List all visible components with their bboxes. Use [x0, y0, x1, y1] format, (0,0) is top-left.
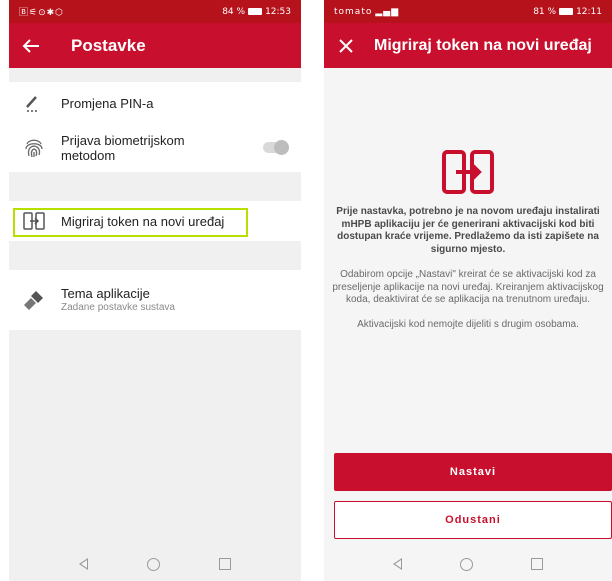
migrate-content: Prije nastavka, potrebno je na novom ure… — [324, 68, 612, 331]
section-divider — [9, 241, 301, 270]
status-bar: 🄱⚟⊙✱⬡ 84 % 12:53 — [9, 0, 301, 23]
settings-item-sublabel: Zadane postavke sustava — [61, 302, 175, 313]
settings-list: Promjena PIN-a Prijava biometrijskom met… — [9, 68, 301, 330]
page-title: Migriraj token na novi uređaj — [374, 36, 592, 54]
settings-item-biometric[interactable]: Prijava biometrijskom metodom — [9, 124, 301, 172]
continue-button[interactable]: Nastavi — [334, 453, 612, 491]
biometric-toggle[interactable] — [263, 140, 289, 155]
migrate-device-icon — [442, 150, 494, 194]
battery-percent: 84 % — [222, 6, 246, 17]
pen-icon — [22, 91, 46, 115]
info-text: Odabirom opcije „Nastavi" kreirat će se … — [332, 269, 604, 305]
status-icons: 🄱⚟⊙✱⬡ — [19, 8, 65, 18]
close-icon[interactable] — [324, 23, 368, 68]
system-nav-bar — [9, 547, 301, 581]
nav-recents-icon[interactable] — [531, 558, 543, 570]
share-warning-text: Aktivacijski kod nemojte dijeliti s drug… — [357, 318, 579, 330]
status-time: 12:11 — [576, 6, 602, 17]
nav-home-icon[interactable] — [460, 557, 473, 571]
cancel-button[interactable]: Odustani — [334, 501, 612, 539]
nav-back-icon[interactable] — [393, 558, 402, 570]
brush-icon — [22, 288, 46, 312]
battery-percent: 81 % — [533, 6, 557, 17]
settings-item-change-pin[interactable]: Promjena PIN-a — [9, 82, 301, 124]
battery-icon — [559, 8, 574, 15]
toggle-knob — [274, 140, 289, 155]
page-title: Postavke — [71, 35, 146, 55]
nav-recents-icon[interactable] — [219, 558, 232, 570]
settings-item-label: Migriraj token na novi uređaj — [61, 213, 225, 229]
nav-home-icon[interactable] — [146, 557, 160, 571]
settings-item-label: Tema aplikacije — [61, 286, 150, 301]
back-arrow-icon[interactable] — [9, 23, 53, 68]
fingerprint-icon — [22, 136, 46, 160]
app-bar: Postavke — [9, 23, 301, 68]
system-nav-bar — [324, 547, 612, 581]
app-bar: Migriraj token na novi uređaj — [324, 23, 612, 68]
nav-back-icon[interactable] — [78, 558, 88, 570]
status-bar: tomato ▂▄▆ 81 % 12:11 — [324, 0, 612, 23]
warning-text: Prije nastavka, potrebno je na novom ure… — [336, 206, 600, 255]
battery-icon — [248, 8, 263, 15]
signal-icon: ▂▄▆ — [375, 6, 400, 17]
settings-item-theme[interactable]: Tema aplikacije Zadane postavke sustava — [9, 270, 301, 330]
settings-item-label: Promjena PIN-a — [61, 95, 154, 111]
migrate-device-icon — [22, 209, 46, 233]
section-divider — [9, 172, 301, 201]
carrier-name: tomato — [334, 6, 373, 17]
migrate-token-screen: tomato ▂▄▆ 81 % 12:11 Migriraj token na … — [324, 0, 612, 581]
status-time: 12:53 — [265, 6, 291, 17]
settings-item-label: Prijava biometrijskom metodom — [61, 133, 185, 163]
settings-item-migrate-token[interactable]: Migriraj token na novi uređaj — [9, 201, 301, 241]
settings-screen: 🄱⚟⊙✱⬡ 84 % 12:53 Postavke Promjena PIN-a… — [9, 0, 301, 581]
